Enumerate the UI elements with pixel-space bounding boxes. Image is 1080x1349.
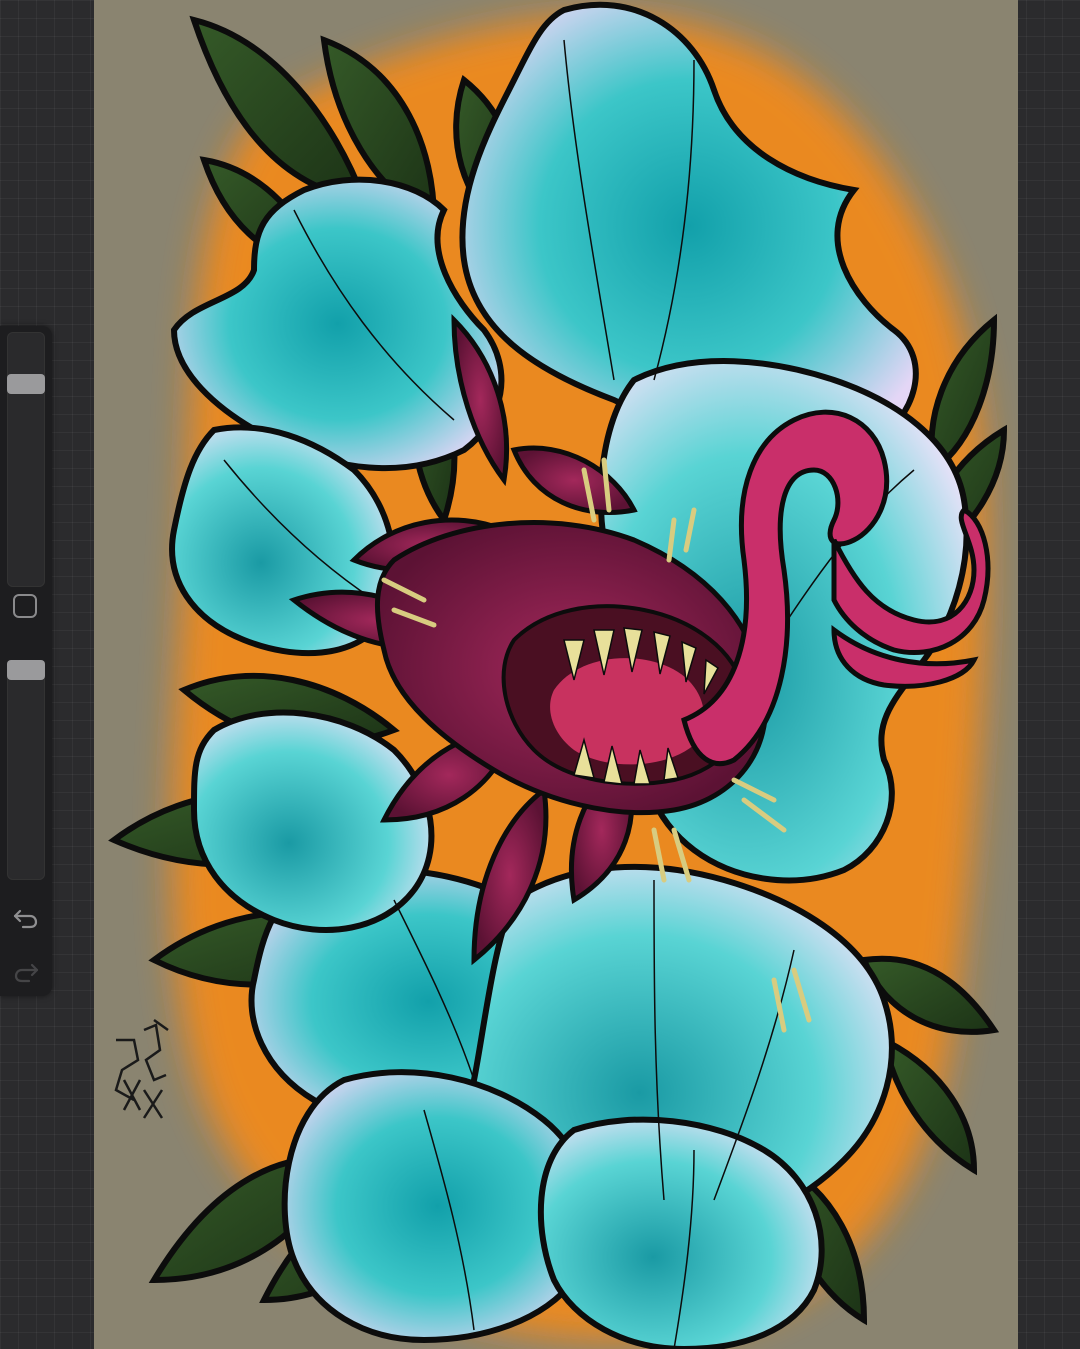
brush-size-slider-thumb[interactable] (7, 374, 45, 394)
drawing-canvas[interactable] (94, 0, 1018, 1349)
undo-arrow-icon (13, 909, 38, 929)
opacity-slider[interactable] (7, 660, 45, 880)
undo-button[interactable] (8, 900, 44, 936)
redo-button[interactable] (8, 954, 44, 990)
artist-signature (114, 1018, 169, 1119)
artwork (108, 1, 1008, 1349)
modify-button[interactable]: square-icon (13, 594, 37, 618)
sidebar: square-icon (0, 326, 52, 996)
procreate-app: square-icon (0, 0, 1080, 1349)
opacity-slider-thumb[interactable] (7, 660, 45, 680)
redo-arrow-icon (14, 963, 39, 983)
brush-size-label (7, 332, 8, 333)
square-icon: square-icon (15, 596, 16, 597)
brush-size-slider[interactable] (7, 332, 45, 587)
